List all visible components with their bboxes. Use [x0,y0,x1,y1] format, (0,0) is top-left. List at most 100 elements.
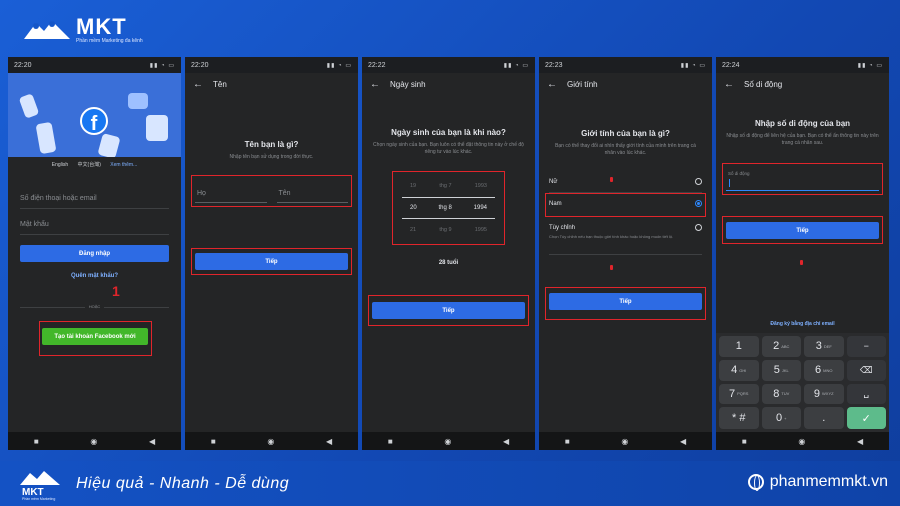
highlight-box [545,287,706,320]
status-bar: 22:23 ▮▮ ◔ ▭ [539,57,712,73]
screen-subtitle: Nhập tên bạn sử dụng trong đời thực. [229,154,314,160]
square-icon[interactable]: ■ [565,437,570,446]
circle-icon[interactable]: ◉ [444,437,451,446]
screen-title: Ngày sinh của bạn là khi nào? [391,128,506,137]
phone-email-input[interactable]: Số điện thoại hoặc email [20,195,169,209]
screen-title: Nhập số di động của bạn [754,119,851,128]
space-icon[interactable]: ␣ [846,383,886,405]
footer-slogan: Hiệu quả - Nhanh - Dễ dùng [76,474,290,492]
radio-female[interactable] [695,178,702,185]
password-input[interactable]: Mật khẩu [20,221,169,235]
lang-chinese[interactable]: 中文(台灣) [78,162,101,168]
circle-icon[interactable]: ◉ [621,437,628,446]
key-minus[interactable]: − [846,336,886,357]
lang-more[interactable]: Xem thêm... [110,162,137,168]
screen-subtitle: Chọn ngày sinh của bạn. Bạn luôn có thể … [373,142,524,155]
key-2[interactable]: 2 ABC [761,336,801,357]
status-time: 22:23 [545,61,563,69]
check-icon[interactable]: ✓ [846,407,886,429]
key-6[interactable]: 6 MNO [804,359,844,381]
key-5[interactable]: 5 JKL [761,359,801,381]
key-0[interactable]: 0 + [761,407,801,429]
key-star-hash[interactable]: * # [719,407,759,429]
status-time: 22:20 [14,61,32,69]
back-arrow-icon[interactable]: ← [547,79,557,90]
website-text[interactable]: phanmemmkt.vn [770,473,888,491]
gender-option-custom[interactable]: Tùy chỉnh [549,224,702,231]
back-triangle-icon[interactable]: ◀ [503,437,509,446]
status-bar: 22:24 ▮▮ ◔ ▭ [716,57,889,73]
key-8[interactable]: 8 TUV [761,383,801,405]
status-bar: 22:20 ▮▮ ◔ ▭ [8,57,181,73]
lang-english[interactable]: English [52,162,68,168]
key-dot[interactable]: . [804,407,844,429]
square-icon[interactable]: ■ [34,437,39,446]
circle-icon[interactable]: ◉ [267,437,274,446]
key-4[interactable]: 4 GHI [719,359,759,381]
key-9[interactable]: 9 WXYZ [804,383,844,405]
facebook-logo-icon: f [80,107,108,135]
radio-custom[interactable] [695,224,702,231]
status-icons: ▮▮ ◔ ▭ [149,62,175,69]
nav-bar: ■ ◉ ◀ [185,432,358,450]
appbar-title: Tên [213,79,227,89]
age-label: 28 tuổi [438,260,459,266]
status-icons: ▮▮ ◔ ▭ [503,62,529,69]
back-arrow-icon[interactable]: ← [370,79,380,90]
key-3[interactable]: 3 DEF [804,336,844,357]
key-1[interactable]: 1 [719,336,759,357]
app-bar: ← Ngày sinh [362,73,535,95]
phone-mobile: 22:24 ▮▮ ◔ ▭ ← Số di động Nhập số di độn… [716,57,889,450]
square-icon[interactable]: ■ [211,437,216,446]
custom-label: Tùy chỉnh [549,224,576,231]
login-button[interactable]: Đăng nhập [20,245,169,262]
highlight-box [191,175,352,207]
gender-option-female[interactable]: Nữ [549,178,702,185]
nav-bar: ■ ◉ ◀ [539,432,712,450]
phone-name: 22:20 ▮▮ ◔ ▭ ← Tên Tên bạn là gì? Nhập t… [185,57,358,450]
brand-name: MKT [76,14,127,39]
brand-header: MKT Phần mềm Marketing đa kênh [22,16,143,44]
circle-icon[interactable]: ◉ [798,437,805,446]
screen-title: Giới tính của bạn là gì? [581,129,670,138]
cursor-marker [610,265,613,270]
back-triangle-icon[interactable]: ◀ [857,437,863,446]
circle-icon[interactable]: ◉ [90,437,97,446]
highlight-box [392,171,505,245]
back-triangle-icon[interactable]: ◀ [326,437,332,446]
mkt-logo-icon: MKT Phần mềm Marketing [18,467,62,501]
key-7[interactable]: 7 PQRS [719,383,759,405]
app-bar: ← Số di động [716,73,889,95]
back-arrow-icon[interactable]: ← [193,79,203,90]
nav-bar: ■ ◉ ◀ [716,432,889,450]
custom-description: Chọn Tùy chỉnh nếu bạn thuộc giới tính k… [549,234,674,239]
highlight-box [39,321,152,356]
status-bar: 22:22 ▮▮ ◔ ▭ [362,57,535,73]
app-bar: ← Tên [185,73,358,95]
status-icons: ▮▮ ◔ ▭ [326,62,352,69]
back-arrow-icon[interactable]: ← [724,79,734,90]
register-email-link[interactable]: Đăng ký bằng địa chỉ email [716,321,889,327]
phone-screens: 22:20 ▮▮ ◔ ▭ f English 中文(台灣) Xem thêm..… [8,57,892,450]
appbar-title: Số di động [744,79,783,89]
language-selector: English 中文(台灣) Xem thêm... [8,161,181,168]
status-time: 22:24 [722,61,740,69]
appbar-title: Giới tính [567,79,598,89]
globe-icon [747,474,764,491]
footer-website[interactable]: phanmemmkt.vn [747,473,888,491]
back-triangle-icon[interactable]: ◀ [680,437,686,446]
square-icon[interactable]: ■ [742,437,747,446]
appbar-title: Ngày sinh [390,79,426,89]
screen-title: Tên bạn là gì? [244,140,299,149]
divider [549,254,702,255]
brand-tagline: Phần mềm Marketing đa kênh [76,38,143,44]
numeric-keypad: 1 2 ABC 3 DEF − 4 GHI 5 JKL 6 MNO ⌫ 7 PQRS 8 TU… [716,333,889,432]
or-label: HOẶC [8,304,181,309]
square-icon[interactable]: ■ [388,437,393,446]
phone-login: 22:20 ▮▮ ◔ ▭ f English 中文(台灣) Xem thêm..… [8,57,181,450]
backspace-icon[interactable]: ⌫ [846,359,886,381]
back-triangle-icon[interactable]: ◀ [149,437,155,446]
forgot-password-link[interactable]: Quên mật khẩu? [8,273,181,279]
screen-subtitle: Bạn có thể thay đổi ai nhìn thấy giới tí… [555,143,696,156]
highlight-box [368,295,529,326]
